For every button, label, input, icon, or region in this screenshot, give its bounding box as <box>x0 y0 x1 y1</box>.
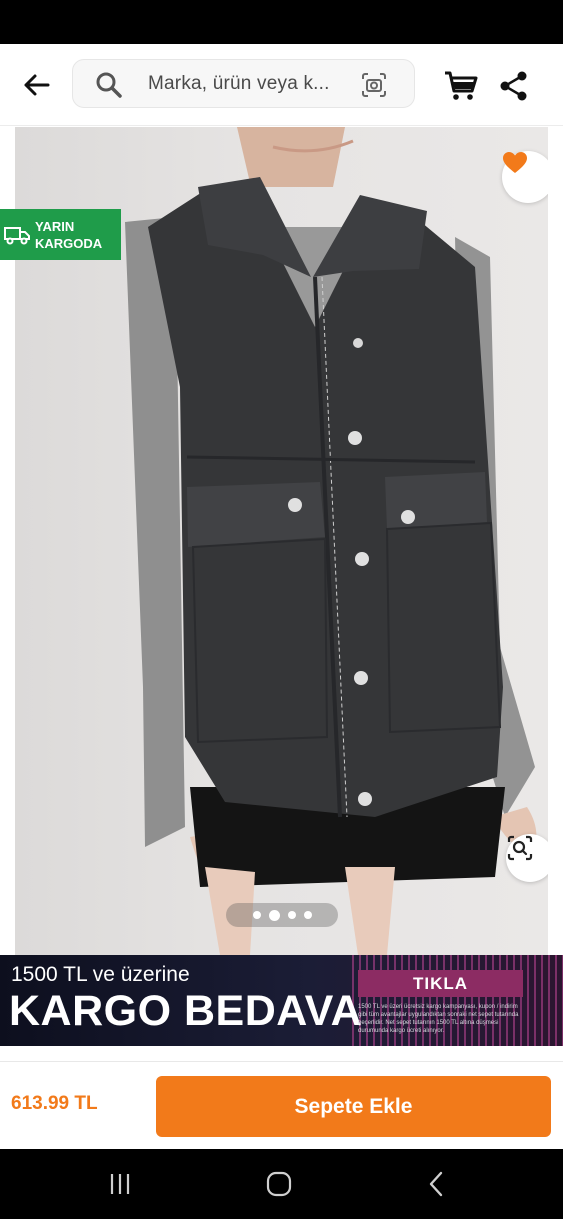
promo-threshold-text: 1500 TL ve üzerine <box>11 963 190 986</box>
delivery-badge-text: YARIN KARGODA <box>35 218 102 252</box>
pager-dot-3[interactable] <box>287 911 296 919</box>
favorite-button[interactable] <box>502 151 548 203</box>
cart-icon[interactable] <box>443 70 479 102</box>
recents-icon <box>110 1174 130 1194</box>
fast-delivery-badge: YARIN KARGODA <box>0 209 121 260</box>
delivery-badge-line2: KARGODA <box>35 236 103 251</box>
share-icon[interactable] <box>498 70 530 102</box>
back-button[interactable] <box>14 68 58 102</box>
promo-headline: KARGO BEDAVA <box>9 987 363 1035</box>
recents-button[interactable] <box>100 1169 140 1199</box>
visual-search-icon <box>507 835 533 861</box>
app-header: Marka, ürün veya k... <box>0 44 563 126</box>
free-shipping-banner[interactable]: 1500 TL ve üzerine KARGO BEDAVA TIKLA 15… <box>0 955 563 1046</box>
search-icon <box>96 72 122 98</box>
product-price: 613.99 TL <box>11 1093 98 1114</box>
back-arrow-icon <box>24 74 50 96</box>
product-gallery[interactable]: YARIN KARGODA <box>0 127 563 955</box>
system-back-button[interactable] <box>416 1169 456 1199</box>
visual-search-button[interactable] <box>506 834 548 882</box>
pager-dot-1[interactable] <box>252 911 261 919</box>
status-bar <box>0 0 563 44</box>
promo-cta-button[interactable]: TIKLA <box>358 970 523 997</box>
delivery-badge-line1: YARIN <box>35 219 75 234</box>
back-nav-icon <box>429 1171 443 1197</box>
system-nav-bar <box>0 1149 563 1219</box>
search-input[interactable]: Marka, ürün veya k... <box>72 59 415 108</box>
purchase-bar: 613.99 TL Sepete Ekle <box>0 1061 563 1149</box>
pager-dot-2-active[interactable] <box>268 909 280 921</box>
add-to-cart-button[interactable]: Sepete Ekle <box>156 1076 551 1137</box>
home-icon <box>266 1171 292 1197</box>
search-placeholder: Marka, ürün veya k... <box>148 73 330 94</box>
heart-icon <box>503 152 527 173</box>
truck-icon <box>4 227 30 245</box>
camera-search-icon[interactable] <box>359 70 389 100</box>
image-pager <box>226 903 338 927</box>
pager-dot-4[interactable] <box>303 911 312 919</box>
home-button[interactable] <box>259 1169 299 1199</box>
promo-fine-print: 1500 TL ve üzeri ücretsiz kargo kampanya… <box>358 1004 519 1034</box>
